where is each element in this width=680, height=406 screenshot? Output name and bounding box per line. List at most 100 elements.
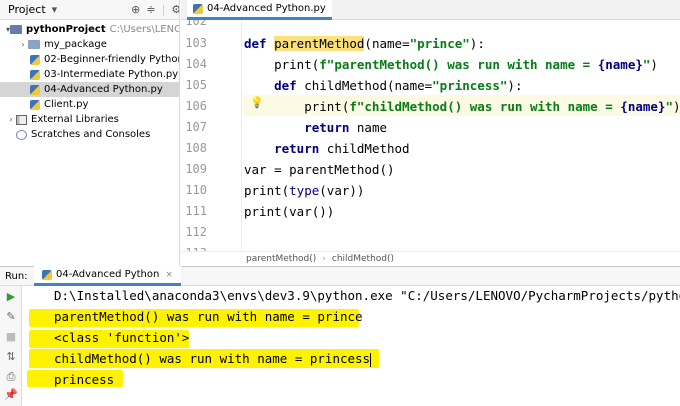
builtin-name: type xyxy=(289,183,320,198)
line-number: 107 xyxy=(185,120,207,134)
run-tab[interactable]: 04-Advanced Python × xyxy=(34,266,181,286)
line-number: 111 xyxy=(185,204,207,218)
chevron-down-icon[interactable]: ▾ xyxy=(52,3,58,16)
console-line: princess xyxy=(54,372,115,387)
editor-tab-bar: 04-Advanced Python.py xyxy=(181,0,680,20)
format-placeholder: {name} xyxy=(597,57,643,72)
editor-tab-active[interactable]: 04-Advanced Python.py xyxy=(187,0,332,20)
run-label: Run: xyxy=(5,270,28,282)
string-literal: f"childMethod() was run with name = xyxy=(349,99,621,114)
console-line: parentMethod() was run with name = princ… xyxy=(54,309,363,324)
keyword: return xyxy=(274,141,320,156)
code-line-109: var = parentMethod() xyxy=(244,162,395,177)
pin-icon[interactable]: 📌 xyxy=(4,388,18,402)
code-line-106: print(f"childMethod() was run with name … xyxy=(244,97,680,117)
python-file-icon xyxy=(30,69,40,80)
python-file-icon xyxy=(30,84,40,95)
code-line-111: print(var()) xyxy=(244,204,335,219)
run-console[interactable]: D:\Installed\anaconda3\envs\dev3.9\pytho… xyxy=(23,286,680,406)
format-placeholder: {name} xyxy=(620,99,666,114)
console-line: <class 'function'> xyxy=(54,330,190,345)
keyword: def xyxy=(244,36,267,51)
tree-item-label: Scratches and Consoles xyxy=(31,129,151,140)
tree-item-file[interactable]: Client.py xyxy=(0,97,179,112)
stop-icon[interactable]: ■ xyxy=(4,330,18,344)
tree-item-file[interactable]: 02-Beginner-friendly Python.py xyxy=(0,52,179,67)
python-file-icon xyxy=(193,3,203,14)
code-line-107: return name xyxy=(244,118,387,138)
code-content: def parentMethod(name="prince"): print(f… xyxy=(244,20,680,219)
code-line-108: return childMethod xyxy=(244,139,409,159)
run-toolbar: ▶ ✎ ■ ⇅ ⎙ 📌 xyxy=(0,286,22,406)
run-tool-window-header: Run: 04-Advanced Python × xyxy=(0,266,680,286)
tree-item-my-package[interactable]: › my_package xyxy=(0,37,179,52)
gear-icon[interactable]: ⚙ xyxy=(171,3,179,16)
code-text: name xyxy=(349,120,388,135)
line-number: 109 xyxy=(185,162,207,176)
text-cursor xyxy=(370,352,372,367)
line-number: 106 xyxy=(185,99,207,113)
folder-icon xyxy=(28,40,40,49)
tree-item-label: External Libraries xyxy=(31,114,119,125)
string-literal: "princess" xyxy=(432,78,508,93)
breadcrumb-separator: › xyxy=(322,254,326,264)
tree-item-label: 03-Intermediate Python.py xyxy=(44,69,179,80)
code-line-110: print(type(var)) xyxy=(244,181,364,201)
code-text: print( xyxy=(244,183,290,198)
code-text: ) xyxy=(672,99,680,114)
chevron-right-icon[interactable]: › xyxy=(6,115,16,124)
keyword: return xyxy=(304,120,350,135)
library-icon xyxy=(16,114,27,125)
code-line-104: print(f"parentMethod() was run with name… xyxy=(244,55,658,75)
code-text: childMethod(name= xyxy=(296,78,433,93)
line-number: 103 xyxy=(185,36,207,50)
tree-item-external-libraries[interactable]: › External Libraries xyxy=(0,112,179,127)
code-text: ): xyxy=(469,36,485,51)
code-text: (var)) xyxy=(319,183,365,198)
layout-icon[interactable]: ⇅ xyxy=(4,350,18,364)
collapse-all-icon[interactable]: ≑ xyxy=(146,3,155,16)
tree-item-label: my_package xyxy=(44,39,107,50)
run-tab-label: 04-Advanced Python xyxy=(56,269,160,280)
folder-icon xyxy=(10,25,23,34)
code-text: print( xyxy=(244,57,320,72)
tree-item-file-selected[interactable]: 04-Advanced Python.py xyxy=(0,82,179,97)
code-line-105: def childMethod(name="princess"): xyxy=(244,76,522,96)
breadcrumb-item[interactable]: parentMethod() xyxy=(246,254,316,264)
tree-item-file[interactable]: 03-Intermediate Python.py xyxy=(0,67,179,82)
tree-item-pythonproject[interactable]: ▾ pythonProject C:\Users\LENOVO\Pyc xyxy=(0,22,179,37)
console-text: childMethod() was run with name = prince… xyxy=(54,351,371,366)
python-file-icon xyxy=(30,99,40,110)
tree-item-label: pythonProject xyxy=(26,24,106,35)
close-icon[interactable]: × xyxy=(165,270,173,280)
tree-item-label: 02-Beginner-friendly Python.py xyxy=(44,54,179,65)
chevron-right-icon[interactable]: › xyxy=(18,40,28,49)
line-number: 105 xyxy=(185,78,207,92)
code-text: ): xyxy=(507,78,523,93)
code-editor[interactable]: 102 103 104 105 106 107 108 109 110 111 … xyxy=(181,20,680,251)
print-icon[interactable]: ⎙ xyxy=(4,370,18,384)
wrench-icon[interactable]: ✎ xyxy=(4,310,18,324)
breadcrumb-item[interactable]: childMethod() xyxy=(332,254,394,264)
string-literal: f"parentMethod() was run with name = xyxy=(319,57,598,72)
console-line: childMethod() was run with name = prince… xyxy=(54,349,372,369)
tree-item-scratches[interactable]: Scratches and Consoles xyxy=(0,127,179,142)
project-tree: ▾ pythonProject C:\Users\LENOVO\Pyc › my… xyxy=(0,20,179,142)
tree-item-label: Client.py xyxy=(44,99,89,110)
line-number: 108 xyxy=(185,141,207,155)
code-text: (name= xyxy=(364,36,410,51)
line-number: 104 xyxy=(185,57,207,71)
editor-tab-label: 04-Advanced Python.py xyxy=(207,3,326,14)
project-view-selector[interactable]: Project xyxy=(8,3,46,16)
code-line-103: def parentMethod(name="prince"): xyxy=(244,34,485,54)
divider: | xyxy=(161,3,166,16)
python-run-icon xyxy=(42,269,52,280)
project-path: C:\Users\LENOVO\Pyc xyxy=(109,24,179,35)
rerun-icon[interactable]: ▶ xyxy=(4,290,18,304)
console-line: D:\Installed\anaconda3\envs\dev3.9\pytho… xyxy=(54,288,680,303)
locate-icon[interactable]: ⊕ xyxy=(131,3,140,16)
line-number: 102 xyxy=(185,20,207,28)
code-text: ) xyxy=(650,57,658,72)
function-name: parentMethod xyxy=(274,36,365,51)
